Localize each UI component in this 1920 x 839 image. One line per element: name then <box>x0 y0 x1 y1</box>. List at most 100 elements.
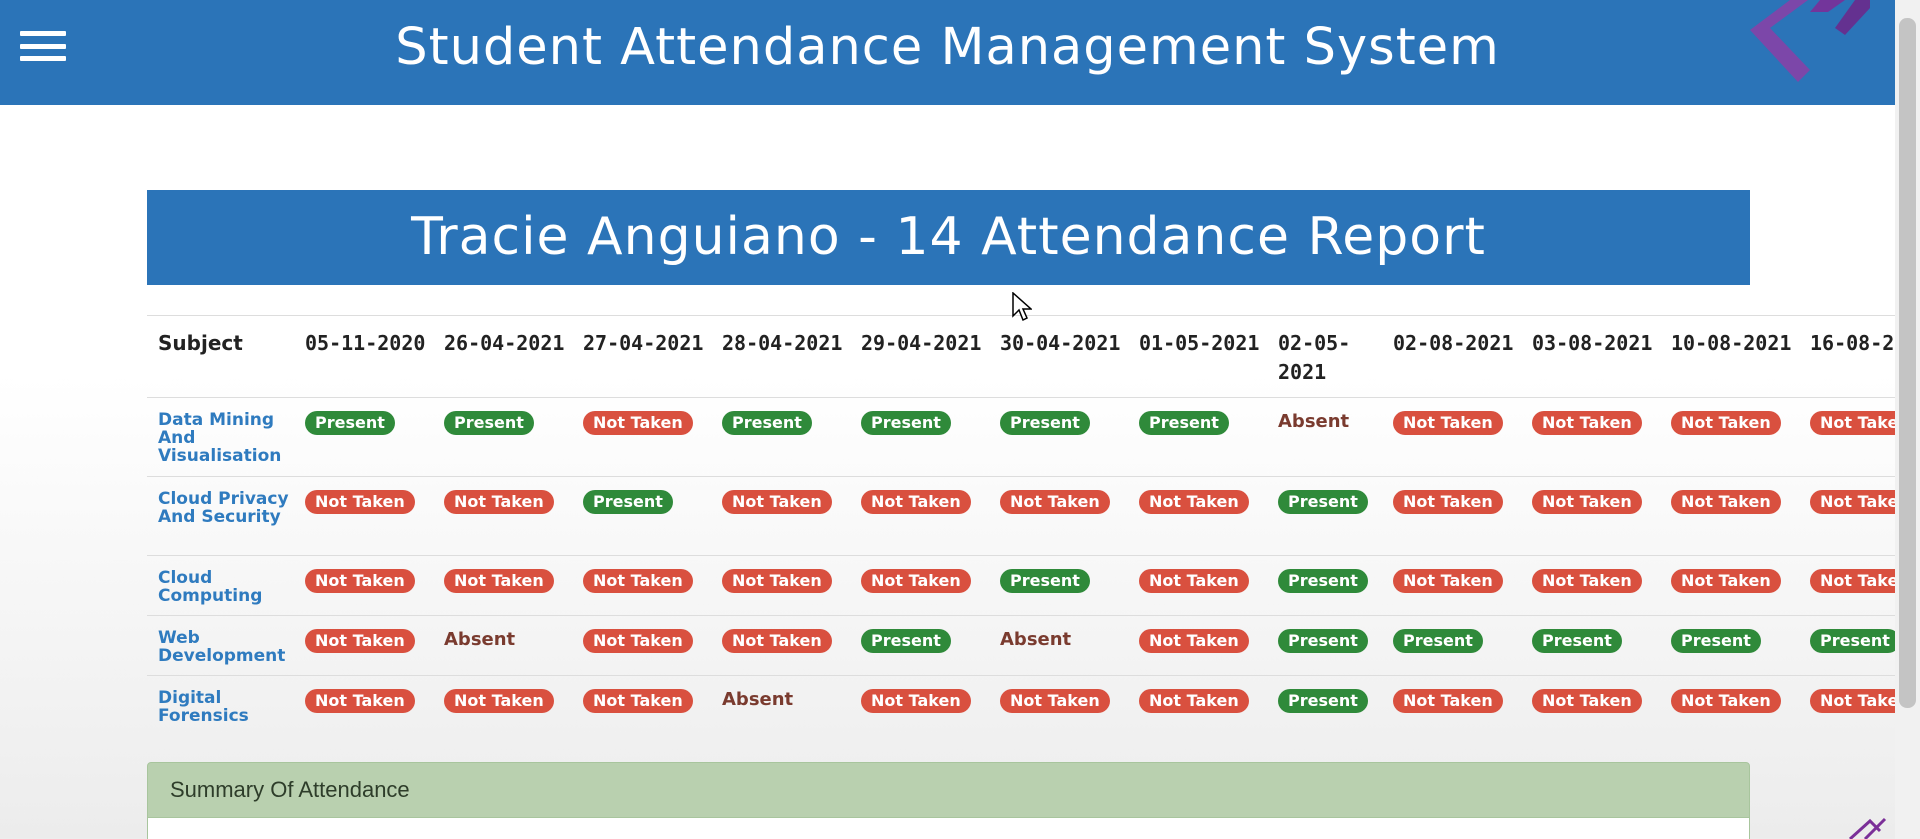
attendance-table-container[interactable]: Subject 05-11-2020 26-04-2021 27-04-2021 28… <box>147 315 1895 735</box>
status-badge-present: Present <box>722 411 812 435</box>
status-badge-not-taken: Not Taken <box>583 411 693 435</box>
attendance-cell: Not Taken <box>989 676 1128 736</box>
attendance-cell: Not Taken <box>1521 477 1660 556</box>
attendance-cell: Not Taken <box>294 676 433 736</box>
attendance-cell: Not Taken <box>1660 398 1799 477</box>
attendance-cell: Not Taken <box>1799 477 1895 556</box>
status-badge-not-taken: Not Taken <box>1671 490 1781 514</box>
subject-link[interactable]: Digital Forensics <box>158 689 294 725</box>
status-badge-not-taken: Not Taken <box>722 569 832 593</box>
column-header-date: 28-04-2021 <box>711 315 850 398</box>
status-badge-not-taken: Not Taken <box>1139 629 1249 653</box>
status-badge-not-taken: Not Taken <box>1139 689 1249 713</box>
attendance-cell: Not Taken <box>1660 556 1799 616</box>
attendance-cell: Not Taken <box>1799 556 1895 616</box>
status-badge-not-taken: Not Taken <box>1393 569 1503 593</box>
subject-cell: Cloud Privacy And Security <box>147 477 294 556</box>
attendance-cell: Present <box>1660 616 1799 676</box>
attendance-cell: Not Taken <box>572 556 711 616</box>
attendance-cell: Not Taken <box>572 676 711 736</box>
attendance-cell: Not Taken <box>1799 676 1895 736</box>
status-badge-not-taken: Not Taken <box>583 629 693 653</box>
subject-link[interactable]: Data Mining And Visualisation <box>158 411 294 465</box>
attendance-cell: Not Taken <box>1521 398 1660 477</box>
attendance-cell: Not Taken <box>572 616 711 676</box>
column-header-date: 16-08-2021 <box>1799 315 1895 398</box>
status-badge-present: Present <box>1810 629 1895 653</box>
attendance-cell: Present <box>711 398 850 477</box>
attendance-cell: Not Taken <box>711 556 850 616</box>
status-badge-not-taken: Not Taken <box>1671 569 1781 593</box>
column-header-subject: Subject <box>147 315 294 398</box>
subject-cell: Digital Forensics <box>147 676 294 736</box>
column-header-date: 27-04-2021 <box>572 315 711 398</box>
status-badge-not-taken: Not Taken <box>583 689 693 713</box>
attendance-cell: Present <box>1799 616 1895 676</box>
attendance-cell: Not Taken <box>1128 616 1267 676</box>
attendance-cell: Not Taken <box>989 477 1128 556</box>
top-navbar: Student Attendance Management System <box>0 0 1895 105</box>
table-header-row: Subject 05-11-2020 26-04-2021 27-04-2021 28… <box>147 315 1895 398</box>
status-badge-not-taken: Not Taken <box>444 689 554 713</box>
vertical-scrollbar[interactable] <box>1895 0 1920 839</box>
attendance-cell: Not Taken <box>1382 676 1521 736</box>
report-title: Tracie Anguiano - 14 Attendance Report <box>411 207 1486 267</box>
attendance-cell: Not Taken <box>433 556 572 616</box>
subject-link[interactable]: Web Development <box>158 629 294 665</box>
summary-body <box>148 817 1749 839</box>
attendance-cell: Not Taken <box>294 616 433 676</box>
status-badge-not-taken: Not Taken <box>1671 411 1781 435</box>
table-row: Data Mining And Visualisation Present Pres… <box>147 397 1895 477</box>
subject-link[interactable]: Cloud Computing <box>158 569 294 605</box>
status-badge-not-taken: Not Taken <box>305 569 415 593</box>
status-badge-not-taken: Not Taken <box>1532 689 1642 713</box>
status-badge-not-taken: Not Taken <box>305 629 415 653</box>
attendance-cell: Present <box>989 398 1128 477</box>
status-badge-not-taken: Not Taken <box>305 490 415 514</box>
status-badge-not-taken: Not Taken <box>861 490 971 514</box>
attendance-cell: Present <box>1267 676 1382 736</box>
status-badge-present: Present <box>1139 411 1229 435</box>
attendance-cell: Not Taken <box>1521 676 1660 736</box>
scrollbar-thumb[interactable] <box>1899 18 1916 708</box>
attendance-cell: Present <box>989 556 1128 616</box>
status-text-absent: Absent <box>722 689 794 710</box>
status-badge-not-taken: Not Taken <box>1393 490 1503 514</box>
status-badge-not-taken: Not Taken <box>1393 411 1503 435</box>
attendance-cell: Not Taken <box>1660 477 1799 556</box>
attendance-cell: Not Taken <box>1799 398 1895 477</box>
attendance-cell: Present <box>572 477 711 556</box>
subject-link[interactable]: Cloud Privacy And Security <box>158 490 294 526</box>
column-header-date: 30-04-2021 <box>989 315 1128 398</box>
status-badge-not-taken: Not Taken <box>1810 411 1895 435</box>
attendance-cell: Not Taken <box>1128 556 1267 616</box>
status-badge-not-taken: Not Taken <box>1810 490 1895 514</box>
column-header-date: 02-08-2021 <box>1382 315 1521 398</box>
status-badge-present: Present <box>1278 689 1368 713</box>
status-badge-not-taken: Not Taken <box>1139 569 1249 593</box>
status-text-absent: Absent <box>1278 411 1350 432</box>
attendance-cell: Not Taken <box>294 477 433 556</box>
attendance-cell: Present <box>294 398 433 477</box>
attendance-cell: Not Taken <box>850 477 989 556</box>
attendance-table: Subject 05-11-2020 26-04-2021 27-04-2021 28… <box>147 315 1895 735</box>
status-badge-present: Present <box>444 411 534 435</box>
column-header-date: 02-05-2021 <box>1267 315 1382 398</box>
attendance-cell: Present <box>1521 616 1660 676</box>
attendance-cell: Not Taken <box>711 477 850 556</box>
decorative-chevron-icon <box>1750 0 1870 82</box>
attendance-cell: Absent <box>711 676 850 736</box>
status-badge-not-taken: Not Taken <box>1532 490 1642 514</box>
status-badge-not-taken: Not Taken <box>1000 689 1110 713</box>
attendance-cell: Not Taken <box>1128 477 1267 556</box>
status-badge-present: Present <box>861 629 951 653</box>
column-header-date: 26-04-2021 <box>433 315 572 398</box>
status-badge-present: Present <box>1393 629 1483 653</box>
status-badge-present: Present <box>1278 569 1368 593</box>
attendance-cell: Not Taken <box>850 556 989 616</box>
status-text-absent: Absent <box>1000 629 1072 650</box>
column-header-date: 29-04-2021 <box>850 315 989 398</box>
table-row: Web Development Not Taken Absent Not Taken N… <box>147 615 1895 676</box>
status-badge-present: Present <box>305 411 395 435</box>
subject-cell: Cloud Computing <box>147 556 294 616</box>
